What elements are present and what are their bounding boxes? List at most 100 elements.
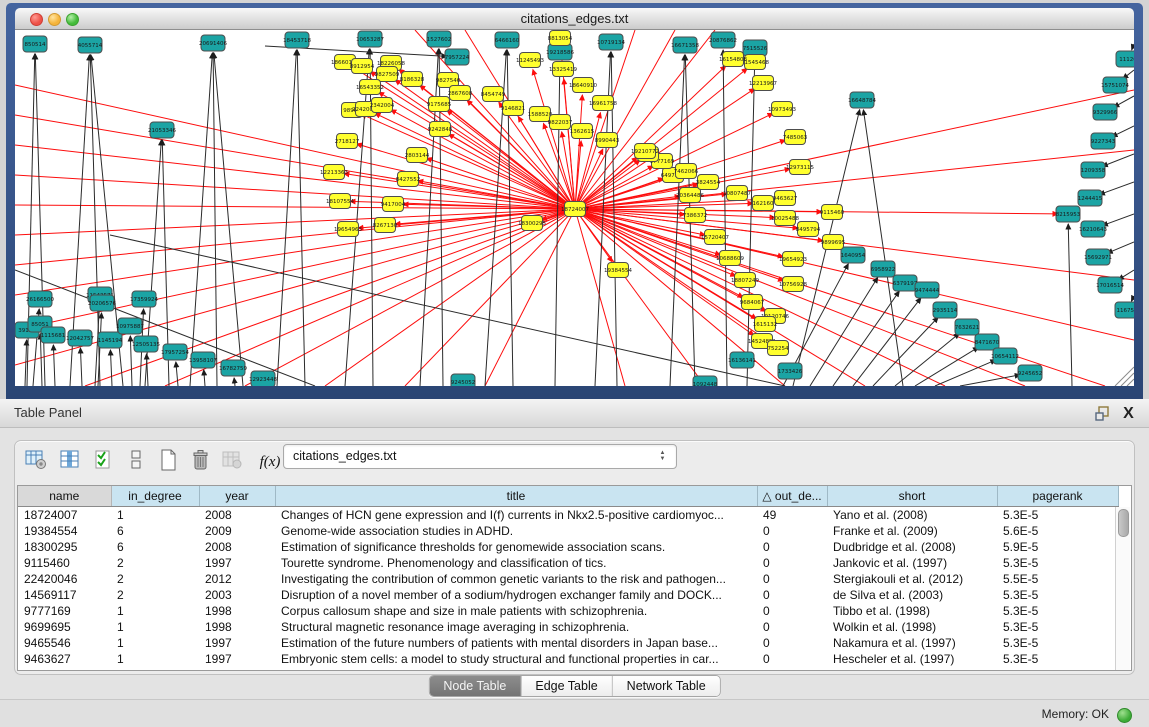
- table-row[interactable]: 1830029562008Estimation of significance …: [18, 539, 1118, 555]
- column-header-year[interactable]: year: [199, 486, 275, 507]
- network-node[interactable]: 16543352: [356, 80, 384, 95]
- network-node[interactable]: 3824554: [696, 175, 721, 190]
- network-node[interactable]: 8495794: [796, 222, 821, 237]
- memory-status-icon[interactable]: [1117, 708, 1132, 723]
- network-canvas[interactable]: 8505144055714206914061845371810653287152…: [15, 30, 1134, 386]
- network-node[interactable]: 7632621: [955, 319, 980, 335]
- network-node[interactable]: 1615132: [753, 317, 778, 332]
- network-node[interactable]: 16671358: [671, 37, 699, 53]
- network-node[interactable]: 18640910: [569, 78, 597, 93]
- network-node[interactable]: 11126: [1116, 51, 1134, 67]
- network-node[interactable]: 1209358: [1081, 162, 1106, 178]
- table-row[interactable]: 2242004622012Investigating the contribut…: [18, 571, 1118, 587]
- network-node[interactable]: 9115460: [820, 205, 845, 220]
- network-node[interactable]: 2935114: [933, 302, 958, 318]
- network-node[interactable]: 8912954: [350, 59, 375, 74]
- table-row[interactable]: 1456911722003Disruption of a novel membe…: [18, 587, 1118, 603]
- network-node[interactable]: 20206576: [88, 295, 116, 311]
- network-node[interactable]: 1092448: [693, 376, 718, 386]
- network-node[interactable]: 26166500: [26, 291, 54, 307]
- column-header-out_de[interactable]: △ out_de...: [757, 486, 827, 507]
- network-node[interactable]: 16961758: [589, 96, 617, 111]
- network-node[interactable]: 9242848: [428, 122, 453, 137]
- network-node[interactable]: 16154808: [719, 52, 747, 67]
- network-node[interactable]: 21053346: [148, 122, 176, 138]
- network-node[interactable]: 10973493: [768, 102, 796, 117]
- tab-edge-table[interactable]: Edge Table: [521, 676, 612, 696]
- network-node[interactable]: 162160: [753, 196, 774, 211]
- table-row[interactable]: 911546021997Tourette syndrome. Phenomeno…: [18, 555, 1118, 571]
- delete-column-button[interactable]: [187, 449, 213, 475]
- network-node[interactable]: 7515526: [743, 40, 768, 56]
- network-node[interactable]: 9175685: [427, 97, 452, 112]
- network-node[interactable]: 1527602: [427, 31, 452, 47]
- close-panel-icon[interactable]: X: [1120, 405, 1137, 422]
- network-node[interactable]: 20691406: [199, 35, 227, 51]
- float-window-icon[interactable]: [1094, 405, 1111, 422]
- column-header-in_degree[interactable]: in_degree: [111, 486, 199, 507]
- network-node[interactable]: 15720407: [701, 230, 729, 245]
- network-node[interactable]: 9474444: [915, 282, 940, 298]
- table-settings-button[interactable]: [23, 449, 49, 475]
- table-panel-header[interactable]: Table Panel X: [0, 399, 1149, 428]
- network-node[interactable]: 18107554: [326, 194, 354, 209]
- network-node[interactable]: 15692971: [1084, 249, 1112, 265]
- network-node[interactable]: 2718127: [335, 134, 360, 149]
- network-node[interactable]: 19654963: [334, 222, 362, 237]
- network-node[interactable]: 9822037: [548, 115, 573, 130]
- network-node[interactable]: 8186328: [400, 72, 425, 87]
- network-node[interactable]: 10025488: [771, 211, 799, 226]
- network-node[interactable]: 9463627: [773, 191, 798, 206]
- canvas-resize-grip[interactable]: [1115, 367, 1134, 386]
- table-row[interactable]: 977716911998Corpus callosum shape and si…: [18, 603, 1118, 619]
- table-scrollbar[interactable]: [1115, 507, 1130, 670]
- network-node[interactable]: 18807249: [731, 273, 759, 288]
- network-node[interactable]: 9899695: [821, 235, 846, 250]
- network-window-titlebar[interactable]: citations_edges.txt: [15, 8, 1134, 30]
- tab-node-table[interactable]: Node Table: [429, 676, 521, 696]
- network-node[interactable]: 9245652: [1018, 365, 1043, 381]
- network-node[interactable]: 9227343: [1091, 133, 1116, 149]
- column-header-title[interactable]: title: [275, 486, 757, 507]
- network-node[interactable]: 11245493: [516, 53, 544, 68]
- table-row[interactable]: 946362711997Embryonic stem cells: a mode…: [18, 651, 1118, 667]
- network-node[interactable]: 116753: [1115, 302, 1134, 318]
- network-node[interactable]: 13325419: [549, 62, 577, 77]
- table-row[interactable]: 946554611997Estimation of the future num…: [18, 635, 1118, 651]
- network-node[interactable]: 1733426: [778, 363, 803, 379]
- new-column-button[interactable]: [155, 449, 181, 475]
- table-row[interactable]: 969969511998Structural magnetic resonanc…: [18, 619, 1118, 635]
- network-node[interactable]: 19210772: [631, 144, 659, 159]
- network-node[interactable]: 8427552: [396, 172, 421, 187]
- network-node[interactable]: 8990443: [595, 133, 620, 148]
- show-columns-button[interactable]: [57, 449, 83, 475]
- network-node[interactable]: 17359924: [130, 291, 158, 307]
- network-node[interactable]: 9329966: [1093, 104, 1118, 120]
- network-node[interactable]: 12213967: [749, 76, 777, 91]
- network-node[interactable]: 7957224: [445, 49, 470, 65]
- network-node[interactable]: 7485063: [783, 130, 808, 145]
- network-node[interactable]: 18300295: [518, 216, 546, 231]
- network-node[interactable]: 13958107: [189, 352, 217, 368]
- network-node[interactable]: 16136141: [728, 352, 756, 368]
- table-scrollbar-thumb[interactable]: [1118, 509, 1129, 537]
- network-node[interactable]: 9684067: [740, 295, 765, 310]
- network-node[interactable]: 6466160: [495, 32, 520, 48]
- row-height-button[interactable]: [123, 449, 149, 475]
- network-node[interactable]: 16782759: [219, 360, 247, 376]
- column-header-name[interactable]: name: [18, 486, 111, 507]
- network-node[interactable]: 16210643: [1079, 221, 1107, 237]
- network-node[interactable]: 1145194: [98, 332, 123, 348]
- column-header-pagerank[interactable]: pagerank: [997, 486, 1118, 507]
- network-window[interactable]: citations_edges.txt 85051440557142069140…: [6, 3, 1143, 399]
- network-node[interactable]: 850514: [23, 36, 47, 52]
- function-builder-button[interactable]: f(x): [257, 449, 283, 475]
- network-node[interactable]: 2867608: [448, 86, 473, 101]
- network-node[interactable]: 17957254: [161, 344, 189, 360]
- network-node[interactable]: 7386372: [683, 208, 708, 223]
- network-node[interactable]: 19384554: [604, 263, 632, 278]
- network-node[interactable]: 9245052: [451, 374, 476, 386]
- select-rows-button[interactable]: [91, 449, 117, 475]
- network-node[interactable]: 12213363: [320, 165, 348, 180]
- network-node[interactable]: 10654112: [991, 348, 1019, 364]
